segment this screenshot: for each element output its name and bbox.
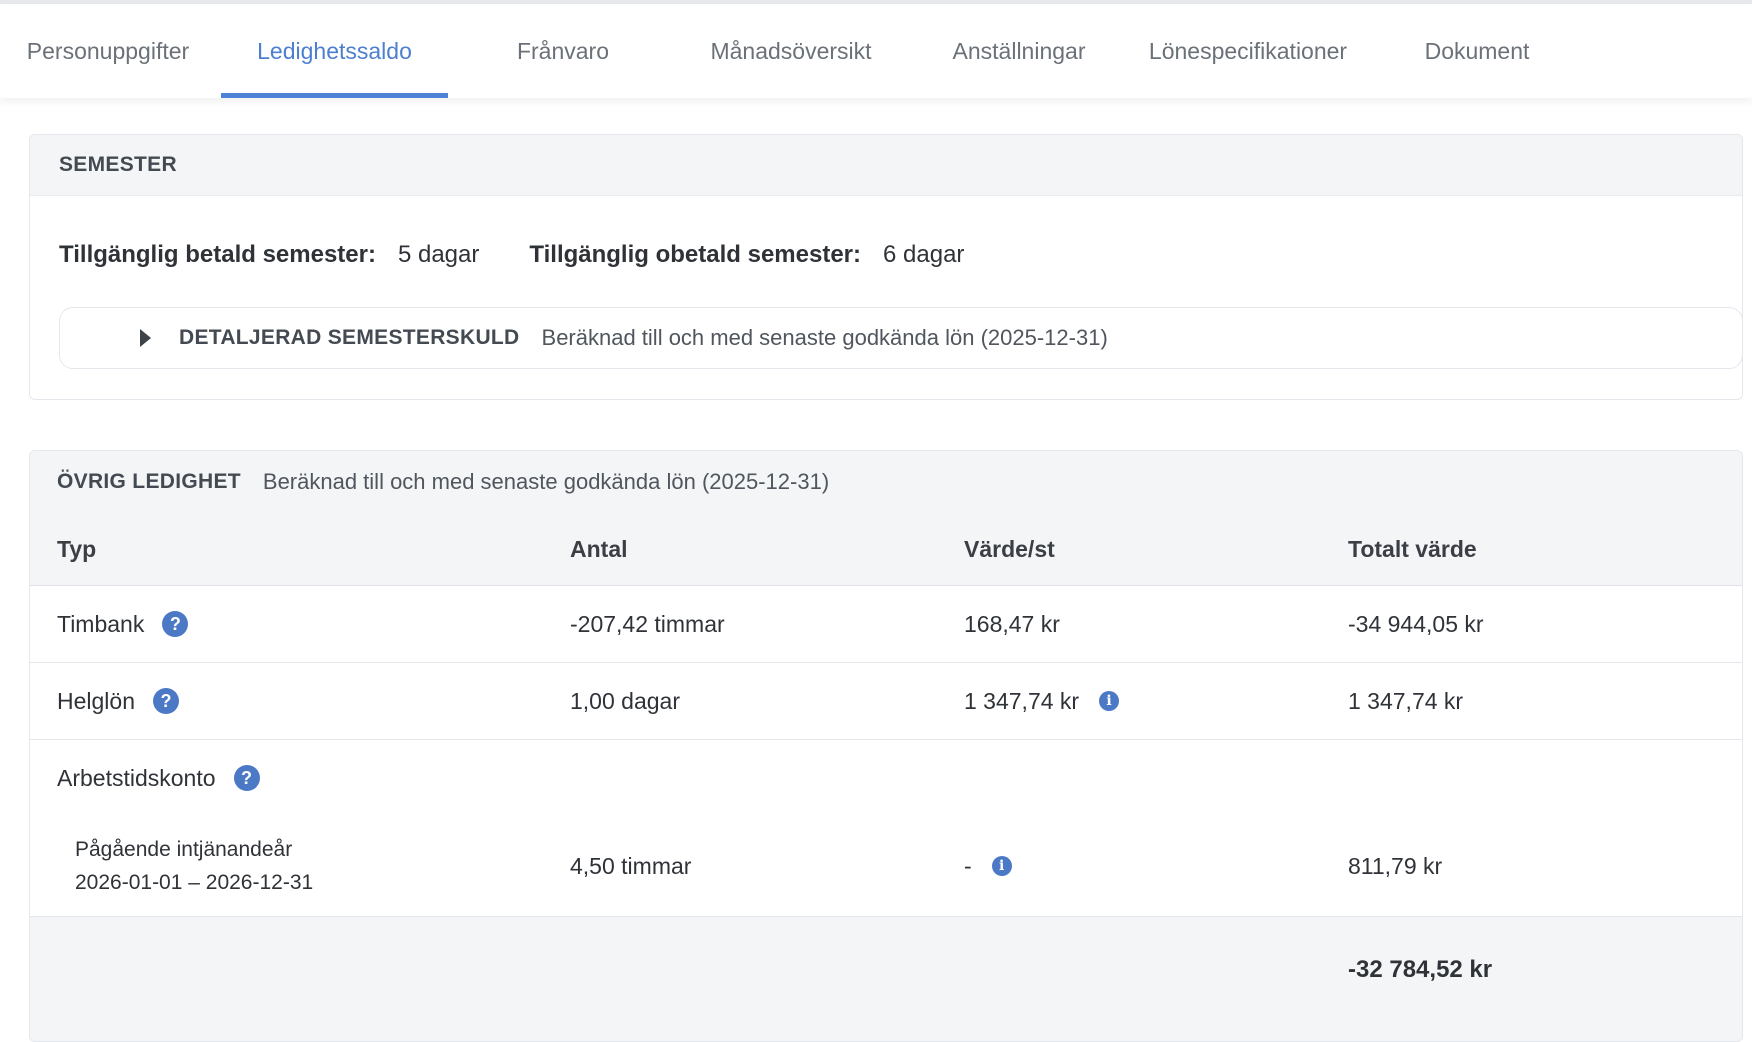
- tab-personuppgifter[interactable]: Personuppgifter: [0, 4, 235, 98]
- column-header-typ: Typ: [57, 535, 97, 562]
- amount-cell: 4,50 timmar: [570, 852, 692, 879]
- question-circle-icon[interactable]: ?: [162, 611, 189, 637]
- unit-value: -: [964, 852, 972, 879]
- column-header-antal: Antal: [570, 535, 628, 562]
- tab-manadsoversikt[interactable]: Månadsöversikt: [664, 4, 918, 98]
- column-header-varde: Värde/st: [964, 535, 1055, 562]
- question-circle-icon[interactable]: ?: [233, 765, 260, 791]
- unit-value-cell: 1 347,74 kr i: [964, 663, 1120, 739]
- tab-ledighetssaldo[interactable]: Ledighetssaldo: [221, 4, 448, 98]
- detailed-vacation-debt-subtitle: Beräknad till och med senaste godkända l…: [541, 325, 1108, 350]
- type-cell: Arbetstidskonto ?: [57, 740, 260, 816]
- other-leave-card: ÖVRIG LEDIGHET Beräknad till och med sen…: [29, 450, 1743, 1042]
- unit-value-cell: - i: [964, 816, 1012, 916]
- type-label: Timbank: [57, 610, 145, 637]
- type-cell: Pågående intjänandeår 2026-01-01 – 2026-…: [75, 816, 313, 916]
- unpaid-vacation-label: Tillgänglig obetald semester:: [529, 241, 862, 268]
- grand-total-value: -32 784,52 kr: [1348, 956, 1493, 983]
- table-row: Timbank ? -207,42 timmar 168,47 kr -34 9…: [30, 586, 1742, 663]
- unit-value: 1 347,74 kr: [964, 687, 1080, 714]
- other-leave-title: ÖVRIG LEDIGHET: [57, 470, 241, 493]
- earning-year-period: 2026-01-01 – 2026-12-31: [75, 871, 314, 894]
- amount-cell: 1,00 dagar: [570, 687, 680, 714]
- total-value-cell: -34 944,05 kr: [1348, 610, 1484, 637]
- semester-card-header: SEMESTER: [30, 135, 1742, 196]
- tab-anstallningar[interactable]: Anställningar: [892, 4, 1146, 98]
- table-row: Helglön ? 1,00 dagar 1 347,74 kr i 1 347…: [30, 663, 1742, 740]
- paid-vacation-value: 5 dagar: [397, 241, 480, 268]
- semester-title: SEMESTER: [59, 153, 177, 176]
- unpaid-vacation-value: 6 dagar: [883, 241, 965, 268]
- type-cell: Helglön ?: [57, 663, 179, 739]
- tab-lonespecifikationer[interactable]: Lönespecifikationer: [1121, 4, 1375, 98]
- type-label: Helglön: [57, 687, 135, 714]
- table-header: Typ Antal Värde/st Totalt värde: [30, 513, 1742, 586]
- other-leave-subtitle: Beräknad till och med senaste godkända l…: [262, 469, 830, 494]
- unit-value-cell: 168,47 kr: [964, 610, 1060, 637]
- tab-dokument[interactable]: Dokument: [1350, 4, 1604, 98]
- type-cell: Timbank ?: [57, 586, 189, 662]
- semester-card: SEMESTER Tillgänglig betald semester: 5 …: [29, 134, 1743, 400]
- total-row: -32 784,52 kr: [30, 917, 1742, 1041]
- type-label: Arbetstidskonto: [57, 764, 216, 791]
- earning-year-label: Pågående intjänandeår: [75, 838, 293, 861]
- semester-balance-row: Tillgänglig betald semester: 5 dagar Til…: [59, 235, 1014, 275]
- other-leave-header: ÖVRIG LEDIGHET Beräknad till och med sen…: [30, 451, 1742, 514]
- table-row: Pågående intjänandeår 2026-01-01 – 2026-…: [30, 816, 1742, 917]
- total-value-cell: 1 347,74 kr: [1348, 687, 1464, 714]
- total-value-cell: 811,79 kr: [1348, 852, 1443, 879]
- info-circle-icon[interactable]: i: [991, 856, 1012, 876]
- question-circle-icon[interactable]: ?: [153, 688, 179, 714]
- caret-right-icon: [140, 329, 151, 347]
- table-group-row: Arbetstidskonto ?: [30, 740, 1742, 816]
- tab-franvaro[interactable]: Frånvaro: [436, 4, 690, 98]
- detailed-vacation-debt-title: DETALJERAD SEMESTERSKULD: [179, 326, 520, 349]
- info-circle-icon[interactable]: i: [1099, 691, 1120, 711]
- tab-bar: Personuppgifter Ledighetssaldo Frånvaro …: [0, 4, 1752, 98]
- paid-vacation-label: Tillgänglig betald semester:: [59, 241, 376, 268]
- detailed-vacation-debt-toggle[interactable]: DETALJERAD SEMESTERSKULD Beräknad till o…: [59, 307, 1742, 369]
- column-header-totalt: Totalt värde: [1348, 535, 1477, 562]
- amount-cell: -207,42 timmar: [570, 610, 725, 637]
